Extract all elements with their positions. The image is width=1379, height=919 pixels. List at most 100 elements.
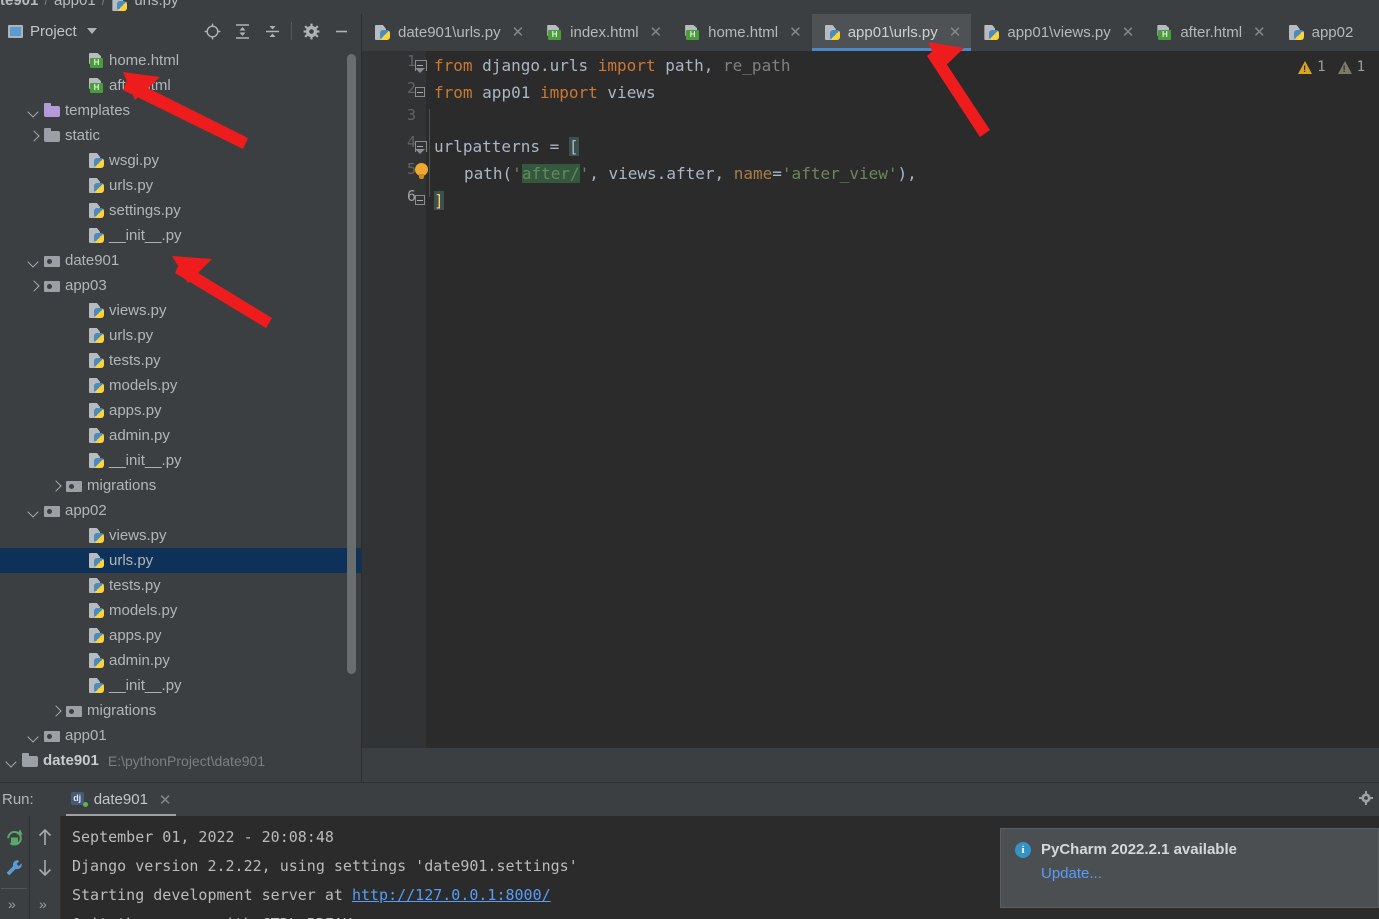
expand-all-icon[interactable] bbox=[227, 16, 257, 46]
tree-item-apps-py[interactable]: apps.py bbox=[0, 398, 362, 423]
close-icon[interactable]: ✕ bbox=[159, 791, 172, 809]
weak-warning-indicator[interactable]: 1 bbox=[1337, 59, 1365, 75]
chevron-down-icon[interactable] bbox=[28, 729, 41, 742]
tree-item-label: static bbox=[65, 127, 101, 144]
tree-item-urls-py[interactable]: urls.py bbox=[0, 548, 362, 573]
tree-item-date901[interactable]: date901 E:\pythonProject\date901 bbox=[0, 748, 362, 773]
update-notification[interactable]: i PyCharm 2022.2.1 available Update... bbox=[1000, 828, 1379, 908]
scroll-up-icon[interactable] bbox=[37, 828, 53, 851]
fold-marker[interactable] bbox=[415, 60, 427, 73]
tree-item-tests-py[interactable]: tests.py bbox=[0, 348, 362, 373]
close-tab-icon[interactable]: ✕ bbox=[789, 25, 802, 40]
fold-marker[interactable] bbox=[415, 87, 426, 98]
wrench-icon[interactable] bbox=[5, 859, 23, 882]
close-tab-icon[interactable]: ✕ bbox=[1253, 25, 1266, 40]
tree-item-urls-py[interactable]: urls.py bbox=[0, 173, 362, 198]
chevron-down-icon[interactable] bbox=[6, 754, 19, 767]
tree-item-label: urls.py bbox=[109, 552, 154, 569]
intention-bulb-icon[interactable] bbox=[415, 163, 428, 180]
tree-item-views-py[interactable]: views.py bbox=[0, 298, 362, 323]
editor-tab-app01-urls-py[interactable]: app01\urls.py ✕ bbox=[811, 14, 972, 51]
tree-item-label: date901 bbox=[65, 252, 120, 269]
tree-item-tests-py[interactable]: tests.py bbox=[0, 573, 362, 598]
tree-item-app01[interactable]: app01 bbox=[0, 723, 362, 748]
chevron-right-icon[interactable] bbox=[28, 129, 41, 142]
chevron-right-icon[interactable] bbox=[50, 479, 63, 492]
tree-item-models-py[interactable]: models.py bbox=[0, 598, 362, 623]
scroll-down-icon[interactable] bbox=[37, 859, 53, 882]
code-folding-column[interactable] bbox=[415, 51, 429, 748]
tree-item-date901[interactable]: date901 bbox=[0, 248, 362, 273]
more-icon[interactable]: » bbox=[8, 896, 16, 912]
fold-marker[interactable] bbox=[415, 195, 426, 206]
code-editor[interactable]: 123456 from django.urls import path, re_… bbox=[362, 51, 1379, 748]
tree-item-models-py[interactable]: models.py bbox=[0, 373, 362, 398]
chevron-right-icon[interactable] bbox=[28, 279, 41, 292]
inspection-status[interactable]: 1 1 bbox=[1298, 59, 1365, 75]
settings-gear-icon[interactable] bbox=[296, 16, 326, 46]
editor-tab-after-html[interactable]: after.html ✕ bbox=[1144, 14, 1275, 51]
collapse-all-icon[interactable] bbox=[257, 16, 287, 46]
chevron-down-icon[interactable] bbox=[28, 504, 41, 517]
tree-item-apps-py[interactable]: apps.py bbox=[0, 623, 362, 648]
project-file-tree[interactable]: home.html after.html templates static wsgi.p… bbox=[0, 48, 362, 782]
tree-item-admin-py[interactable]: admin.py bbox=[0, 423, 362, 448]
rerun-icon[interactable] bbox=[5, 828, 24, 852]
editor-tab-app02[interactable]: app02 bbox=[1276, 14, 1364, 51]
more-icon[interactable]: » bbox=[39, 896, 47, 912]
folder-icon bbox=[44, 128, 61, 143]
tree-item---init---py[interactable]: __init__.py bbox=[0, 223, 362, 248]
html-file-icon bbox=[1156, 25, 1173, 40]
tree-item-label: admin.py bbox=[109, 427, 170, 444]
run-panel-gear-icon[interactable] bbox=[1359, 791, 1373, 805]
tree-item-label: views.py bbox=[109, 527, 167, 544]
tree-item-urls-py[interactable]: urls.py bbox=[0, 323, 362, 348]
chevron-down-icon[interactable] bbox=[28, 254, 41, 267]
tree-item-wsgi-py[interactable]: wsgi.py bbox=[0, 148, 362, 173]
editor-text-area[interactable]: from django.urls import path, re_path fr… bbox=[415, 51, 1379, 748]
python-icon bbox=[88, 228, 105, 243]
server-url-link[interactable]: http://127.0.0.1:8000/ bbox=[352, 886, 551, 904]
tree-item-label: wsgi.py bbox=[109, 152, 160, 169]
close-tab-icon[interactable]: ✕ bbox=[949, 25, 962, 40]
editor-tab-bar[interactable]: date901\urls.py✕index.html✕home.html✕app… bbox=[362, 14, 1379, 51]
tree-item-home-html[interactable]: home.html bbox=[0, 48, 362, 73]
code-line-4: urlpatterns = [ bbox=[434, 137, 579, 156]
close-tab-icon[interactable]: ✕ bbox=[1122, 25, 1135, 40]
tree-item-migrations[interactable]: migrations bbox=[0, 473, 362, 498]
editor-tab-date901-urls-py[interactable]: date901\urls.py ✕ bbox=[362, 14, 534, 51]
chevron-down-icon[interactable] bbox=[28, 104, 41, 117]
tree-item-app03[interactable]: app03 bbox=[0, 273, 362, 298]
close-tab-icon[interactable]: ✕ bbox=[650, 25, 663, 40]
editor-tab-home-html[interactable]: home.html ✕ bbox=[672, 14, 812, 51]
breadcrumb-item-app[interactable]: app01 bbox=[54, 0, 96, 9]
project-tree-scrollbar[interactable] bbox=[347, 54, 356, 674]
folder-purple-icon bbox=[44, 103, 61, 118]
editor-tab-app01-views-py[interactable]: app01\views.py ✕ bbox=[971, 14, 1144, 51]
breadcrumb-item-project[interactable]: te901 bbox=[0, 0, 38, 9]
project-dropdown[interactable]: Project bbox=[8, 23, 97, 40]
chevron-down-icon[interactable] bbox=[86, 28, 97, 34]
update-link[interactable]: Update... bbox=[1041, 865, 1364, 882]
tree-item-migrations[interactable]: migrations bbox=[0, 698, 362, 723]
run-configuration-tab[interactable]: date901 ✕ bbox=[58, 783, 184, 816]
tree-item---init---py[interactable]: __init__.py bbox=[0, 673, 362, 698]
tree-item-views-py[interactable]: views.py bbox=[0, 523, 362, 548]
chevron-right-icon[interactable] bbox=[50, 704, 63, 717]
editor-tab-index-html[interactable]: index.html ✕ bbox=[534, 14, 672, 51]
minimize-icon[interactable] bbox=[326, 16, 356, 46]
locate-icon[interactable] bbox=[197, 16, 227, 46]
tree-item-app02[interactable]: app02 bbox=[0, 498, 362, 523]
fold-marker[interactable] bbox=[415, 141, 427, 154]
tree-item-templates[interactable]: templates bbox=[0, 98, 362, 123]
close-tab-icon[interactable]: ✕ bbox=[512, 25, 525, 40]
tree-item-settings-py[interactable]: settings.py bbox=[0, 198, 362, 223]
breadcrumb-item-file[interactable]: urls.py bbox=[134, 0, 178, 9]
warning-indicator[interactable]: 1 bbox=[1298, 59, 1326, 75]
console-line-text: Starting development server at bbox=[72, 886, 352, 904]
tree-item---init---py[interactable]: __init__.py bbox=[0, 448, 362, 473]
tree-item-static[interactable]: static bbox=[0, 123, 362, 148]
tree-item-after-html[interactable]: after.html bbox=[0, 73, 362, 98]
tree-item-admin-py[interactable]: admin.py bbox=[0, 648, 362, 673]
